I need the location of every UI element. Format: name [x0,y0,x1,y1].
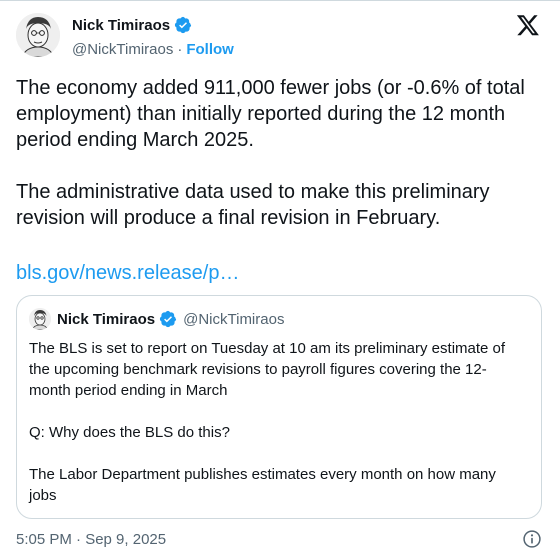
follow-button[interactable]: Follow [186,41,234,58]
quoted-tweet[interactable]: Nick Timiraos @NickTimiraos The BLS is s… [16,295,542,519]
quoted-avatar [29,308,51,330]
author-name[interactable]: Nick Timiraos [72,17,170,34]
tweet-text: The economy added 911,000 fewer jobs (or… [16,75,546,231]
author-handle[interactable]: @NickTimiraos [72,41,173,58]
author-name-row: Nick Timiraos [72,16,192,34]
timestamp[interactable]: 5:05 PM · Sep 9, 2025 [16,531,166,548]
verified-badge-icon [175,16,192,34]
quoted-paragraph: Q: Why does the BLS do this? [29,424,230,441]
tweet-paragraph: The administrative data used to make thi… [16,181,490,229]
quoted-author-handle: @NickTimiraos [183,310,285,328]
verified-badge-icon [160,310,177,328]
separator: · [177,41,183,58]
quoted-header: Nick Timiraos @NickTimiraos [57,310,284,328]
avatar-sketch-icon [16,13,60,57]
tweet-paragraph: The economy added 911,000 fewer jobs (or… [16,77,525,151]
quoted-tweet-text: The BLS is set to report on Tuesday at 1… [29,338,519,506]
tweet-link[interactable]: bls.gov/news.release/p… [16,260,239,286]
avatar[interactable] [16,13,60,57]
author-handle-row: @NickTimiraos · Follow [72,41,234,58]
quoted-author-name: Nick Timiraos [57,310,156,328]
tweet-card: Nick Timiraos @NickTimiraos · Follow The… [0,0,560,555]
info-icon[interactable] [522,529,542,549]
avatar-sketch-icon [29,308,51,330]
quoted-paragraph: The BLS is set to report on Tuesday at 1… [29,340,506,399]
quoted-paragraph: The Labor Department publishes estimates… [29,466,496,504]
x-logo-icon[interactable] [516,13,540,37]
